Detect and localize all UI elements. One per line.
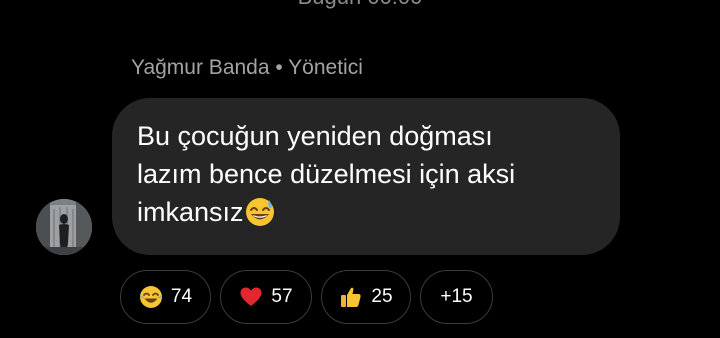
grinning-face-with-sweat-icon (245, 197, 275, 237)
face-with-tears-of-joy-icon (139, 285, 163, 309)
message-text: Bu çocuğun yeniden doğması lazım bence d… (137, 117, 596, 237)
date-separator: Bugün 00:00 (0, 0, 720, 10)
reaction-laugh[interactable]: 74 (120, 270, 211, 324)
reaction-thumbs-up[interactable]: 25 (321, 270, 411, 324)
reaction-heart-count: 57 (271, 286, 293, 307)
message-bubble[interactable]: Bu çocuğun yeniden doğması lazım bence d… (112, 98, 620, 255)
more-reactions-button[interactable]: +15 (420, 270, 493, 324)
more-reactions-count: +15 (440, 286, 473, 307)
message-body: Bu çocuğun yeniden doğması lazım bence d… (137, 121, 516, 227)
thumbs-up-icon (339, 285, 363, 309)
avatar-photo (36, 199, 92, 255)
reaction-heart[interactable]: 57 (220, 270, 312, 324)
reaction-thumbs-up-count: 25 (371, 286, 393, 307)
red-heart-icon (239, 285, 263, 309)
sender-name-role[interactable]: Yağmur Banda • Yönetici (131, 56, 363, 80)
avatar[interactable] (36, 199, 92, 255)
reaction-laugh-count: 74 (170, 286, 193, 307)
